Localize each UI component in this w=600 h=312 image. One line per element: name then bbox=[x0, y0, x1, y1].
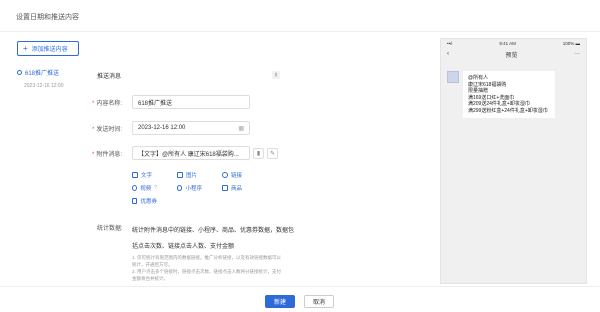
name-row: * 内容名称: 618推广推送 bbox=[92, 95, 250, 109]
phone-preview: ••ıl 9:41 AM 100% ▬ ‹ 预览 ··· @所有人 康辽宋618… bbox=[440, 38, 587, 284]
content-name-value: 618推广推送 bbox=[138, 100, 173, 107]
required-mark: * bbox=[92, 151, 95, 158]
attachment-value: 【文字】@所有人 康辽宋618福袋购... bbox=[138, 151, 239, 158]
avatar bbox=[447, 71, 459, 83]
image-icon bbox=[177, 172, 183, 178]
plus-icon: + bbox=[23, 43, 28, 53]
chat-message: @所有人 康辽宋618福袋购 限量抽赠 满169送口红+洗面巾 满209送24件… bbox=[447, 71, 555, 118]
name-label: * 内容名称: bbox=[92, 100, 123, 107]
edit-attachment-button[interactable]: ✎ bbox=[267, 147, 278, 159]
page: 设置日期和推送内容 + 添加推送内容 618推广推送 2023-12-16 12… bbox=[0, 0, 600, 312]
list-item[interactable]: 618推广推送 2023-12-16 12:00 bbox=[17, 68, 77, 89]
miniprogram-icon bbox=[177, 185, 183, 191]
back-icon[interactable]: ‹ bbox=[447, 51, 449, 57]
send-time-value: 2023-12-16 12:00 bbox=[138, 125, 186, 131]
page-title: 设置日期和推送内容 bbox=[16, 14, 79, 21]
radio-dot-icon bbox=[17, 70, 22, 75]
help-icon: ? bbox=[154, 185, 157, 191]
trash-icon: ▮ bbox=[256, 150, 261, 157]
required-mark: * bbox=[92, 100, 95, 107]
stats-row: 统计数据: 统计附件消息中的链接、小程序、商品、优惠券数据，数据包括点击次数、链… bbox=[92, 223, 302, 250]
calendar-icon: ▦ bbox=[238, 125, 244, 132]
stats-label: 统计数据: bbox=[97, 226, 123, 232]
battery-icon: 100% ▬ bbox=[562, 41, 580, 46]
section-header: 推送消息 ▮ bbox=[92, 66, 280, 84]
attachment-label: * 附件消息: bbox=[92, 151, 123, 158]
add-miniprogram-option[interactable]: 小程序 bbox=[177, 184, 202, 192]
add-video-option[interactable]: 视频? bbox=[132, 184, 157, 192]
text-icon bbox=[132, 172, 138, 178]
add-image-option[interactable]: 图片 bbox=[177, 171, 202, 179]
delete-message-button[interactable]: ▮ bbox=[272, 71, 280, 79]
message-time: 2023-12-16 12:00 bbox=[24, 83, 64, 89]
delete-attachment-button[interactable]: ▮ bbox=[253, 147, 264, 159]
signal-icon: ••ıl bbox=[447, 41, 453, 46]
message-bubble: @所有人 康辽宋618福袋购 限量抽赠 满169送口红+洗面巾 满209送24件… bbox=[463, 71, 555, 118]
note-1: 1. 仅可统计有限范围内的数据链接。推广分析链接，以及有效链接数据可以统计，开通… bbox=[132, 255, 282, 267]
stats-notes: 1. 仅可统计有限范围内的数据链接。推广分析链接，以及有效链接数据可以统计，开通… bbox=[132, 254, 282, 282]
phone-clock: 9:41 AM bbox=[499, 41, 516, 46]
coupon-icon bbox=[132, 198, 138, 204]
create-button[interactable]: 新建 bbox=[265, 295, 295, 308]
section-title: 推送消息 bbox=[97, 73, 122, 80]
add-push-content-label: 添加推送内容 bbox=[31, 47, 68, 53]
note-2: 2. 用户点击多个链接时，链接点击次数、链接点击人数将分链接统计，支付金额将合并… bbox=[132, 269, 282, 281]
cancel-button[interactable]: 取消 bbox=[304, 295, 334, 308]
time-row: * 发送时间: 2023-12-16 12:00 ▦ bbox=[92, 121, 250, 135]
attachment-options: 文字 图片 链接 视频? 小程序 商品 优惠券 bbox=[132, 171, 282, 210]
message-line: 满299送粉红盒+24件礼盒+卸妆湿巾 bbox=[468, 107, 548, 114]
attachment-field[interactable]: 【文字】@所有人 康辽宋618福袋购... bbox=[132, 146, 250, 160]
more-icon[interactable]: ··· bbox=[574, 51, 580, 57]
time-label: * 发送时间: bbox=[92, 126, 123, 133]
phone-status-bar: ••ıl 9:41 AM 100% ▬ bbox=[441, 39, 586, 48]
send-time-picker[interactable]: 2023-12-16 12:00 ▦ bbox=[132, 121, 250, 135]
attachment-row: * 附件消息: 【文字】@所有人 康辽宋618福袋购... ▮ ✎ bbox=[92, 146, 278, 160]
phone-nav-bar: ‹ 预览 ··· bbox=[441, 48, 586, 60]
page-header: 设置日期和推送内容 bbox=[0, 0, 600, 32]
add-text-option[interactable]: 文字 bbox=[132, 171, 157, 179]
footer-bar bbox=[0, 286, 600, 312]
trash-icon: ▮ bbox=[274, 72, 278, 78]
message-title: 618推广推送 bbox=[25, 71, 60, 77]
add-link-option[interactable]: 链接 bbox=[222, 171, 247, 179]
video-icon bbox=[132, 185, 138, 191]
pencil-icon: ✎ bbox=[269, 150, 276, 157]
link-icon bbox=[222, 172, 228, 178]
stats-description: 统计附件消息中的链接、小程序、商品、优惠券数据，数据包括点击次数、链接点击人数、… bbox=[132, 228, 295, 250]
required-mark: * bbox=[92, 126, 95, 133]
product-icon bbox=[222, 185, 228, 191]
message-list: 618推广推送 2023-12-16 12:00 bbox=[17, 68, 77, 89]
add-coupon-option[interactable]: 优惠券 bbox=[132, 197, 157, 205]
add-push-content-button[interactable]: + 添加推送内容 bbox=[17, 41, 79, 56]
content-name-input[interactable]: 618推广推送 bbox=[132, 95, 250, 109]
preview-title: 预览 bbox=[505, 52, 518, 59]
add-product-option[interactable]: 商品 bbox=[222, 184, 247, 192]
